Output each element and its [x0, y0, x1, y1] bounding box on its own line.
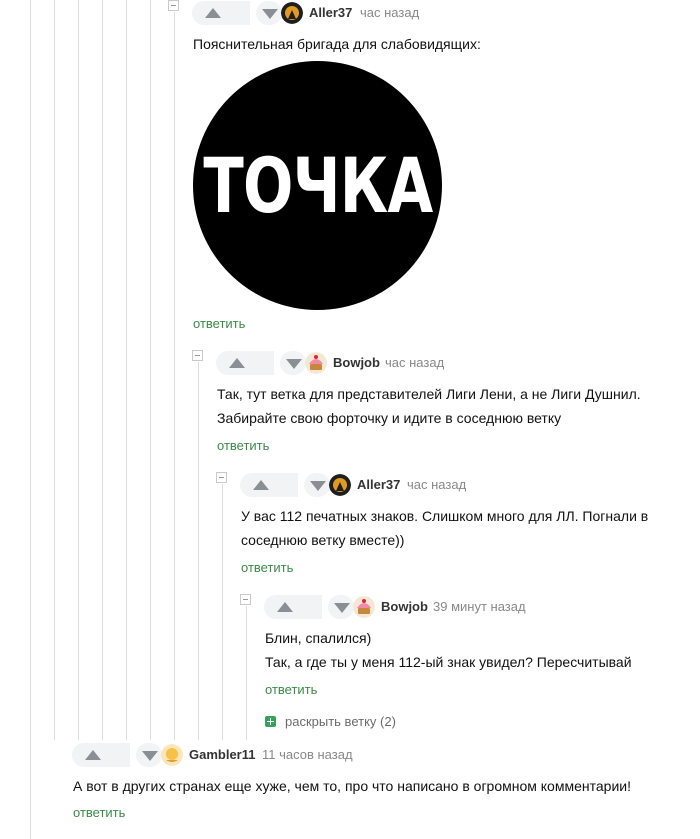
thread-line: [102, 0, 103, 740]
reply-button[interactable]: ответить: [193, 316, 245, 331]
upvote-button[interactable]: [240, 473, 290, 497]
collapse-thread-button[interactable]: [240, 594, 251, 605]
thread-line: [246, 606, 247, 740]
comment-text-line: соседнюю ветку вместе)): [241, 532, 405, 548]
expand-thread-label: раскрыть ветку (2): [285, 714, 396, 729]
upvote-button[interactable]: [192, 1, 242, 25]
comment-text-line: Так, тут ветка для представителей Лиги Л…: [217, 386, 641, 402]
expand-thread-button[interactable]: раскрыть ветку (2): [265, 714, 396, 729]
arrow-up-icon: [229, 358, 245, 368]
arrow-down-icon: [286, 359, 302, 369]
comment-text-line: У вас 112 печатных знаков. Слишком много…: [241, 508, 649, 524]
vote-widget: 1: [216, 351, 306, 375]
plus-icon: [265, 716, 276, 727]
arrow-up-icon: [277, 602, 293, 612]
image-logo-text: ТОЧКА: [202, 141, 433, 230]
vote-widget: 2: [240, 473, 330, 497]
author-name[interactable]: Gambler11: [189, 747, 256, 762]
comment-time[interactable]: час назад: [385, 355, 444, 370]
thread-line: [150, 0, 151, 740]
arrow-down-icon: [334, 603, 350, 613]
comment-text-line: Так, а где ты у меня 112-ый знак увидел?…: [265, 654, 632, 670]
arrow-down-icon: [262, 9, 278, 19]
reply-button[interactable]: ответить: [217, 438, 269, 453]
upvote-button[interactable]: [72, 743, 122, 767]
thread-line: [222, 484, 223, 740]
vote-widget: 3: [72, 743, 162, 767]
comment-text: Пояснительная бригада для слабовидящих:: [193, 36, 481, 52]
upvote-button[interactable]: [216, 351, 266, 375]
downvote-button[interactable]: [136, 743, 162, 767]
thread-line: [78, 0, 79, 740]
thread-line: [54, 0, 55, 740]
avatar[interactable]: [161, 744, 183, 766]
comment-time[interactable]: 11 часов назад: [262, 747, 353, 762]
author-name[interactable]: Aller37: [357, 477, 400, 492]
downvote-button[interactable]: [256, 1, 282, 25]
avatar[interactable]: [281, 2, 303, 24]
avatar[interactable]: [305, 352, 327, 374]
reply-button[interactable]: ответить: [265, 682, 317, 697]
downvote-button[interactable]: [328, 595, 354, 619]
author-name[interactable]: Bowjob: [333, 355, 380, 370]
comment-time[interactable]: час назад: [407, 477, 466, 492]
author-name[interactable]: Bowjob: [381, 599, 428, 614]
thread-line: [126, 0, 127, 740]
vote-widget: 3: [192, 1, 282, 25]
comment-text: А вот в других странах еще хуже, чем то,…: [73, 778, 631, 794]
vote-widget: 1: [264, 595, 354, 619]
arrow-down-icon: [142, 751, 158, 761]
downvote-button[interactable]: [280, 351, 306, 375]
thread-line: [198, 362, 199, 740]
author-name[interactable]: Aller37: [309, 5, 352, 20]
collapse-thread-button[interactable]: [168, 0, 179, 11]
upvote-button[interactable]: [264, 595, 314, 619]
comment-time[interactable]: час назад: [360, 5, 419, 20]
reply-button[interactable]: ответить: [241, 560, 293, 575]
arrow-up-icon: [253, 480, 269, 490]
arrow-down-icon: [310, 481, 326, 491]
comment-time[interactable]: 39 минут назад: [433, 599, 526, 614]
collapse-thread-button[interactable]: [216, 472, 227, 483]
downvote-button[interactable]: [304, 473, 330, 497]
avatar[interactable]: [329, 474, 351, 496]
arrow-up-icon: [205, 8, 221, 18]
thread-line: [174, 12, 175, 740]
comment-image[interactable]: ТОЧКА: [193, 61, 442, 310]
comment-text-line: Забирайте свою форточку и идите в соседн…: [217, 410, 562, 426]
comment-text-line: Блин, спалился): [265, 630, 372, 646]
reply-button[interactable]: ответить: [73, 805, 125, 820]
avatar[interactable]: [353, 596, 375, 618]
thread-line: [30, 0, 31, 839]
collapse-thread-button[interactable]: [192, 350, 203, 361]
arrow-up-icon: [85, 750, 101, 760]
